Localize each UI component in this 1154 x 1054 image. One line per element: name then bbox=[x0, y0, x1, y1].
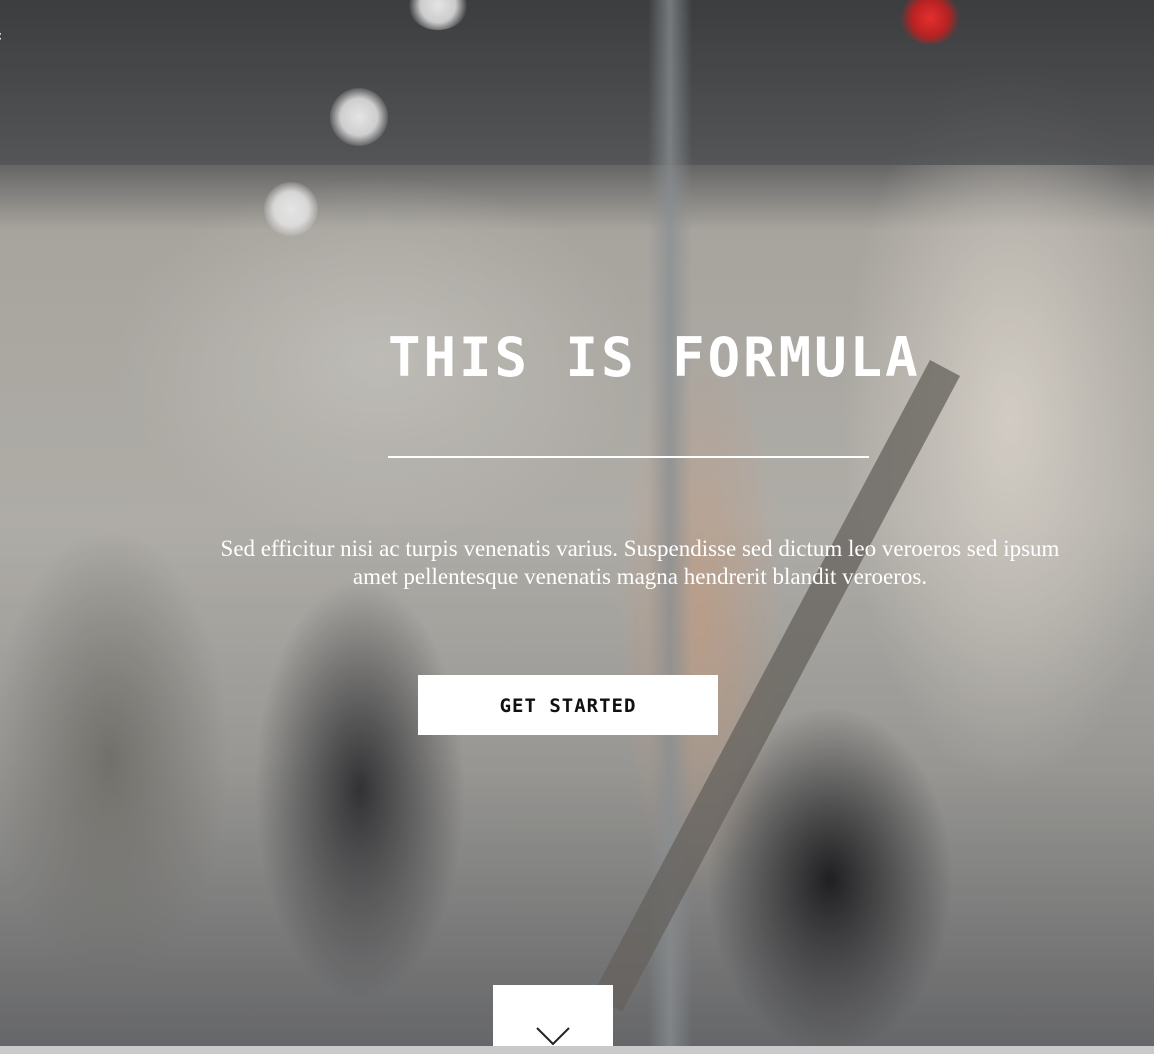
hero-section: ‹ THIS IS FORMULA Sed efficitur nisi ac … bbox=[0, 0, 1154, 1046]
horizontal-scrollbar[interactable] bbox=[0, 1046, 1154, 1054]
title-divider bbox=[388, 456, 869, 458]
hero-tagline: Sed efficitur nisi ac turpis venenatis v… bbox=[220, 536, 1060, 589]
scroll-down-button[interactable] bbox=[493, 985, 613, 1046]
background-overlay bbox=[0, 0, 1154, 1046]
chevron-down-icon bbox=[536, 1027, 570, 1046]
get-started-button[interactable]: GET STARTED bbox=[418, 675, 718, 735]
chevron-icon[interactable]: ‹ bbox=[0, 28, 2, 44]
page-title: THIS IS FORMULA bbox=[388, 326, 921, 389]
